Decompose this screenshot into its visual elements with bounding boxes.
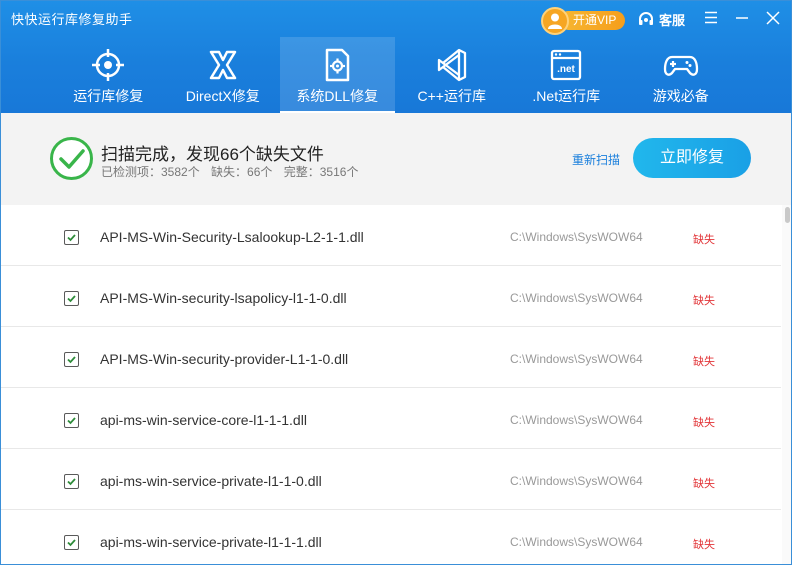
scrollbar-thumb[interactable] bbox=[785, 207, 790, 223]
complete-count: 完整：3516个 bbox=[283, 165, 359, 179]
list-scrollbar[interactable] bbox=[782, 205, 791, 564]
tab-game-essentials[interactable]: 游戏必备 bbox=[624, 37, 739, 113]
scan-stats: 已检测项：3582个 缺失：66个 完整：3516个 bbox=[101, 163, 366, 180]
headset-icon bbox=[637, 11, 655, 29]
file-name: api-ms-win-service-private-l1-1-1.dll bbox=[100, 534, 322, 550]
tab-label: 系统DLL修复 bbox=[296, 88, 379, 104]
file-checkbox[interactable] bbox=[64, 413, 79, 428]
tab-label: C++运行库 bbox=[417, 88, 486, 104]
tab-runtime-repair[interactable]: 运行库修复 bbox=[51, 37, 166, 113]
minimize-icon[interactable] bbox=[732, 7, 752, 27]
menu-icon[interactable] bbox=[701, 7, 721, 27]
gamepad-icon bbox=[663, 47, 699, 83]
file-row: API-MS-Win-Security-Lsalookup-L2-1-1.dll… bbox=[1, 205, 781, 266]
dll-file-icon bbox=[319, 47, 355, 83]
vip-button[interactable]: 开通VIP bbox=[541, 7, 625, 35]
svg-text:.net: .net bbox=[557, 64, 575, 75]
tab-system-dll-repair[interactable]: 系统DLL修复 bbox=[280, 37, 395, 113]
support-button[interactable]: 客服 bbox=[637, 10, 685, 29]
checkmark-icon bbox=[67, 539, 76, 547]
target-icon bbox=[90, 47, 126, 83]
missing-count: 缺失：66个 bbox=[211, 165, 273, 179]
file-name: api-ms-win-service-private-l1-1-0.dll bbox=[100, 473, 322, 489]
file-name: api-ms-win-service-core-l1-1-1.dll bbox=[100, 412, 307, 428]
checkmark-icon bbox=[67, 295, 76, 303]
tab-label: .Net运行库 bbox=[532, 88, 601, 104]
fix-now-button[interactable]: 立即修复 bbox=[633, 138, 751, 178]
file-state: 缺失 bbox=[693, 295, 715, 307]
scan-result-title: 扫描完成，发现66个缺失文件 bbox=[101, 145, 324, 164]
file-row: API-MS-Win-security-lsapolicy-l1-1-0.dll… bbox=[1, 266, 781, 327]
scan-complete-check-icon bbox=[49, 136, 94, 181]
file-name: API-MS-Win-security-provider-L1-1-0.dll bbox=[100, 351, 349, 367]
file-path: C:\Windows\SysWOW64 bbox=[510, 535, 643, 549]
file-checkbox[interactable] bbox=[64, 291, 79, 306]
file-path: C:\Windows\SysWOW64 bbox=[510, 230, 643, 244]
user-avatar-icon bbox=[541, 7, 569, 35]
checkmark-icon bbox=[67, 417, 76, 425]
tab-cpp-runtime[interactable]: C++运行库 bbox=[395, 37, 510, 113]
file-path: C:\Windows\SysWOW64 bbox=[510, 413, 643, 427]
file-state: 缺失 bbox=[693, 234, 715, 246]
scan-status-panel: 扫描完成，发现66个缺失文件 已检测项：3582个 缺失：66个 完整：3516… bbox=[1, 113, 791, 205]
tab-directx-repair[interactable]: DirectX修复 bbox=[166, 37, 281, 113]
app-window: 快快运行库修复助手 开通VIP 客服 运行库修复 DirectX修复 系统DLL… bbox=[0, 0, 792, 565]
checked-count: 已检测项：3582个 bbox=[101, 165, 200, 179]
file-path: C:\Windows\SysWOW64 bbox=[510, 291, 643, 305]
file-checkbox[interactable] bbox=[64, 230, 79, 245]
directx-icon bbox=[205, 47, 241, 83]
file-state: 缺失 bbox=[693, 417, 715, 429]
tab-label: 运行库修复 bbox=[73, 88, 144, 104]
tab-dotnet-runtime[interactable]: .net .Net运行库 bbox=[509, 37, 624, 113]
file-row: api-ms-win-service-core-l1-1-1.dll C:\Wi… bbox=[1, 388, 781, 449]
rescan-link[interactable]: 重新扫描 bbox=[572, 151, 620, 168]
support-label: 客服 bbox=[659, 13, 686, 28]
file-state: 缺失 bbox=[693, 478, 715, 490]
file-checkbox[interactable] bbox=[64, 352, 79, 367]
dotnet-window-icon: .net bbox=[548, 47, 584, 83]
file-path: C:\Windows\SysWOW64 bbox=[510, 474, 643, 488]
file-state: 缺失 bbox=[693, 356, 715, 368]
file-name: API-MS-Win-Security-Lsalookup-L2-1-1.dll bbox=[100, 229, 364, 245]
file-row: api-ms-win-service-private-l1-1-1.dll C:… bbox=[1, 510, 781, 564]
file-checkbox[interactable] bbox=[64, 474, 79, 489]
header-bar: 快快运行库修复助手 开通VIP 客服 运行库修复 DirectX修复 系统DLL… bbox=[1, 1, 791, 113]
tab-label: DirectX修复 bbox=[185, 88, 260, 104]
app-title: 快快运行库修复助手 bbox=[11, 12, 133, 27]
file-checkbox[interactable] bbox=[64, 535, 79, 550]
checkmark-icon bbox=[67, 356, 76, 364]
close-icon[interactable] bbox=[763, 7, 783, 27]
visual-studio-icon bbox=[434, 47, 470, 83]
file-row: api-ms-win-service-private-l1-1-0.dll C:… bbox=[1, 449, 781, 510]
file-row: API-MS-Win-security-provider-L1-1-0.dll … bbox=[1, 327, 781, 388]
file-state: 缺失 bbox=[693, 539, 715, 551]
checkmark-icon bbox=[67, 478, 76, 486]
file-path: C:\Windows\SysWOW64 bbox=[510, 352, 643, 366]
file-name: API-MS-Win-security-lsapolicy-l1-1-0.dll bbox=[100, 290, 347, 306]
missing-file-list: API-MS-Win-Security-Lsalookup-L2-1-1.dll… bbox=[1, 205, 791, 564]
tab-label: 游戏必备 bbox=[652, 88, 709, 104]
tab-bar: 运行库修复 DirectX修复 系统DLL修复 C++运行库 .net .Net… bbox=[51, 37, 741, 113]
checkmark-icon bbox=[67, 234, 76, 242]
